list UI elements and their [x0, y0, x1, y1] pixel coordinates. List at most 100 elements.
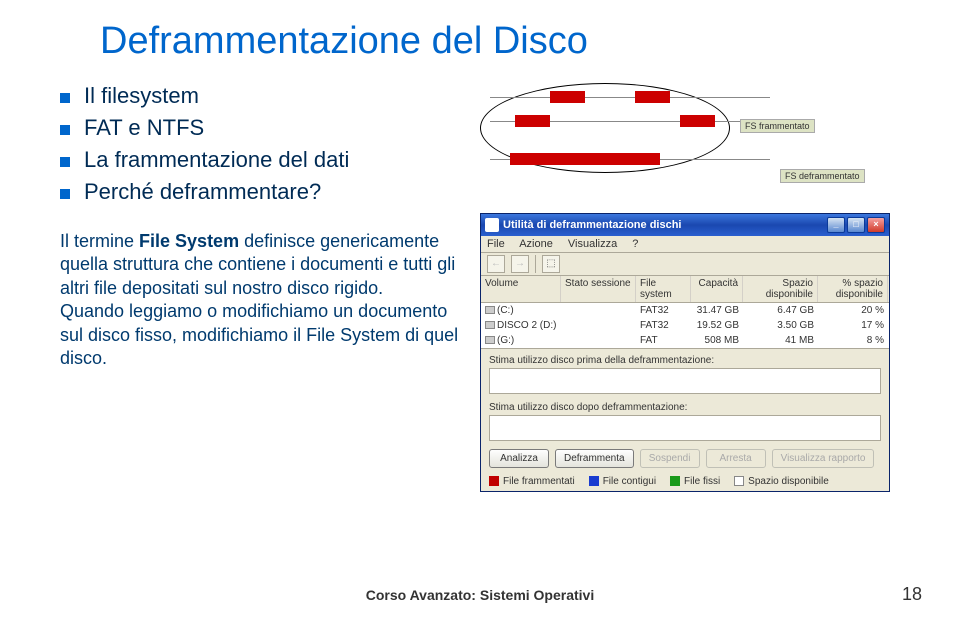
body-paragraph: Il termine File System definisce generic…	[60, 230, 460, 370]
menu-visualizza[interactable]: Visualizza	[568, 238, 617, 250]
legend-item: File frammentati	[489, 476, 575, 487]
legend-label: File frammentati	[503, 476, 575, 487]
toolbar: ← → ⬚	[481, 253, 889, 276]
list-header: Volume Stato sessione File system Capaci…	[481, 276, 889, 303]
sospendi-button[interactable]: Sospendi	[640, 449, 700, 468]
col-volume[interactable]: Volume	[481, 276, 561, 302]
legend-label: File fissi	[684, 476, 720, 487]
menu-help[interactable]: ?	[632, 238, 638, 250]
fragmentation-diagram: FS frammentato FS deframmentato	[480, 83, 880, 203]
col-disponibile[interactable]: Spazio disponibile	[743, 276, 818, 302]
drive-icon	[485, 306, 495, 314]
slide: Deframmentazione del Disco Il filesystem…	[0, 0, 960, 623]
cell-fs: FAT32	[636, 318, 691, 333]
table-row[interactable]: DISCO 2 (D:) FAT32 19.52 GB 3.50 GB 17 %	[481, 318, 889, 333]
col-fs[interactable]: File system	[636, 276, 691, 302]
cell-cap: 508 MB	[691, 333, 743, 348]
swatch-frammentati-icon	[489, 476, 499, 486]
frag-block	[635, 91, 670, 103]
frag-block	[680, 115, 715, 127]
col-pct[interactable]: % spazio disponibile	[818, 276, 888, 302]
vol-label: (G:)	[497, 335, 514, 346]
left-column: Il filesystem FAT e NTFS La frammentazio…	[60, 83, 480, 492]
cell-disp: 6.47 GB	[743, 303, 818, 318]
cell-stato	[561, 333, 636, 348]
legend-item: Spazio disponibile	[734, 476, 829, 487]
cell-pct: 17 %	[818, 318, 888, 333]
cell-stato	[561, 303, 636, 318]
cell-fs: FAT	[636, 333, 691, 348]
cell-volume: (C:)	[481, 303, 561, 318]
volume-list: Volume Stato sessione File system Capaci…	[481, 276, 889, 349]
defrag-window: ◧ Utilità di deframmentazione dischi _ □…	[480, 213, 890, 492]
menu-bar: File Azione Visualizza ?	[481, 236, 889, 253]
menu-azione[interactable]: Azione	[519, 238, 553, 250]
arresta-button[interactable]: Arresta	[706, 449, 766, 468]
slide-title: Deframmentazione del Disco	[100, 20, 900, 63]
row-line	[490, 97, 770, 98]
cell-volume: (G:)	[481, 333, 561, 348]
page-number: 18	[902, 584, 922, 605]
para-bold: File System	[139, 231, 239, 251]
menu-file[interactable]: File	[487, 238, 505, 250]
table-row[interactable]: (C:) FAT32 31.47 GB 6.47 GB 20 %	[481, 303, 889, 318]
cell-fs: FAT32	[636, 303, 691, 318]
legend-label: Spazio disponibile	[748, 476, 829, 487]
bullet-list: Il filesystem FAT e NTFS La frammentazio…	[60, 83, 460, 205]
toolbar-separator	[535, 255, 536, 273]
footer-text: Corso Avanzato: Sistemi Operativi	[366, 587, 594, 603]
cell-cap: 31.47 GB	[691, 303, 743, 318]
cell-stato	[561, 318, 636, 333]
vol-label: DISCO 2 (D:)	[497, 320, 556, 331]
slide-footer: Corso Avanzato: Sistemi Operativi 18	[0, 587, 960, 605]
vol-label: (C:)	[497, 305, 514, 316]
refresh-button[interactable]: ⬚	[542, 255, 560, 273]
minimize-button[interactable]: _	[827, 217, 845, 233]
cell-disp: 41 MB	[743, 333, 818, 348]
back-button[interactable]: ←	[487, 255, 505, 273]
drive-icon	[485, 321, 495, 329]
rapporto-button[interactable]: Visualizza rapporto	[772, 449, 875, 468]
frag-block	[550, 91, 585, 103]
bullet-item: La frammentazione del dati	[60, 147, 460, 173]
deframmenta-button[interactable]: Deframmenta	[555, 449, 634, 468]
para-text: Quando leggiamo o modifichiamo un docume…	[60, 301, 458, 368]
frag-block	[515, 115, 550, 127]
cell-pct: 20 %	[818, 303, 888, 318]
content-row: Il filesystem FAT e NTFS La frammentazio…	[60, 83, 900, 492]
right-column: FS frammentato FS deframmentato ◧ Utilit…	[480, 83, 900, 492]
analizza-button[interactable]: Analizza	[489, 449, 549, 468]
cell-pct: 8 %	[818, 333, 888, 348]
bullet-item: Perché deframmentare?	[60, 179, 460, 205]
col-stato[interactable]: Stato sessione	[561, 276, 636, 302]
maximize-button[interactable]: □	[847, 217, 865, 233]
usage-before-bar	[489, 368, 881, 394]
drive-icon	[485, 336, 495, 344]
col-capacita[interactable]: Capacità	[691, 276, 743, 302]
window-title: Utilità di deframmentazione dischi	[503, 219, 827, 231]
swatch-contigui-icon	[589, 476, 599, 486]
swatch-spazio-icon	[734, 476, 744, 486]
frammentato-label: FS frammentato	[740, 119, 815, 133]
window-titlebar: ◧ Utilità di deframmentazione dischi _ □…	[481, 214, 889, 236]
bullet-item: FAT e NTFS	[60, 115, 460, 141]
cell-disp: 3.50 GB	[743, 318, 818, 333]
button-row: Analizza Deframmenta Sospendi Arresta Vi…	[489, 449, 881, 468]
close-button[interactable]: ×	[867, 217, 885, 233]
para-text: Il termine	[60, 231, 139, 251]
section-label-after: Stima utilizzo disco dopo deframmentazio…	[489, 402, 881, 413]
window-buttons: _ □ ×	[827, 217, 885, 233]
legend-item: File contigui	[589, 476, 656, 487]
table-row[interactable]: (G:) FAT 508 MB 41 MB 8 %	[481, 333, 889, 348]
panel-body: Stima utilizzo disco prima della deframm…	[481, 349, 889, 491]
legend: File frammentati File contigui File fiss…	[489, 476, 881, 487]
cell-cap: 19.52 GB	[691, 318, 743, 333]
deframmentato-label: FS deframmentato	[780, 169, 865, 183]
legend-label: File contigui	[603, 476, 656, 487]
section-label-before: Stima utilizzo disco prima della deframm…	[489, 355, 881, 366]
legend-item: File fissi	[670, 476, 720, 487]
defrag-app-icon: ◧	[485, 218, 499, 232]
forward-button[interactable]: →	[511, 255, 529, 273]
swatch-fissi-icon	[670, 476, 680, 486]
defrag-block	[510, 153, 660, 165]
